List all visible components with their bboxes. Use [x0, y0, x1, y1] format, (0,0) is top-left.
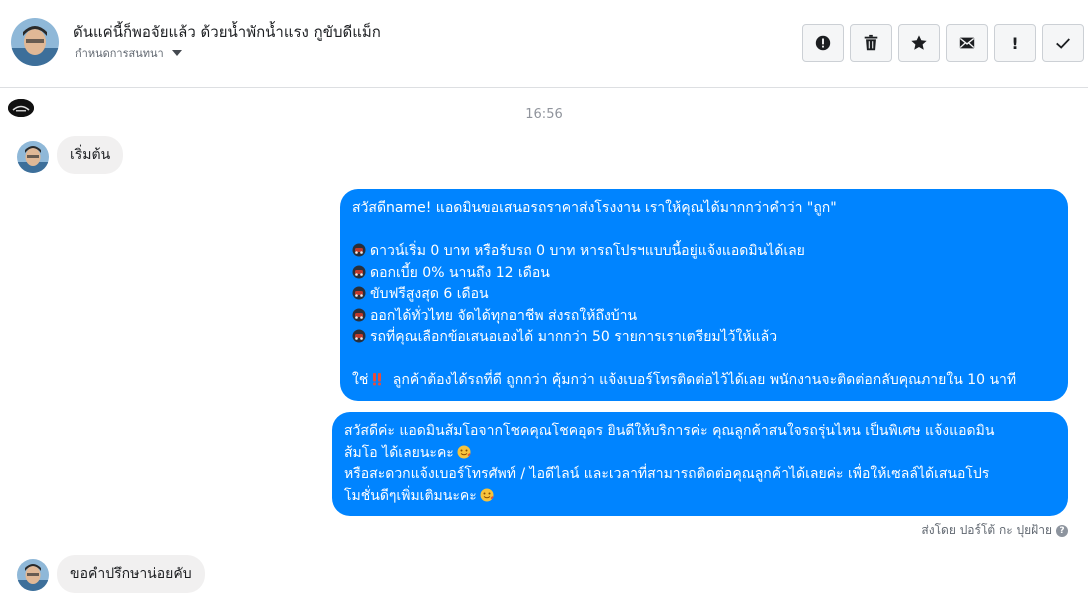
car-emoji-icon — [352, 243, 366, 257]
sent-by-info: ส่งโดย ปอร์โต้ กะ ปุยฝ้าย ? — [921, 521, 1068, 540]
customer-avatar[interactable] — [17, 141, 49, 173]
alert-circle-icon — [815, 35, 831, 51]
star-button[interactable] — [898, 24, 940, 62]
mark-unread-button[interactable] — [946, 24, 988, 62]
message-line: สวัสดีค่ะ แอดมินส้มโอจากโชคคุณโชคอุดร ยิ… — [344, 423, 995, 439]
message-line: ออกได้ทั่วไทย จัดได้ทุกอาชีพ ส่งรถให้ถึง… — [352, 306, 1056, 328]
smiling-face-hearts-icon — [457, 445, 471, 458]
message-line: ขับฟรีสูงสุด 6 เดือน — [352, 284, 1056, 306]
smiling-face-hearts-icon — [480, 488, 494, 501]
contact-name: ดันแค่นี้ก็พอจัยแล้ว ด้วยน้ำพักน้ำแรง กู… — [73, 23, 381, 41]
outgoing-message[interactable]: สวัสดีname! แอดมินขอเสนอรถราคาส่งโรงงาน … — [340, 189, 1068, 401]
outgoing-message[interactable]: สวัสดีค่ะ แอดมินส้มโอจากโชคคุณโชคอุดร ยิ… — [332, 412, 1068, 516]
follow-up-button[interactable]: ! — [994, 24, 1036, 62]
highlighted-text: ใช่ — [352, 372, 369, 388]
message-line: โมชั่นดีๆเพิ่มเติมนะคะ — [344, 486, 1056, 508]
caret-down-icon — [171, 50, 182, 56]
customer-avatar[interactable] — [17, 559, 49, 591]
conversation-header: ดันแค่นี้ก็พอจัยแล้ว ด้วยน้ำพักน้ำแรง กู… — [0, 0, 1088, 88]
incoming-message[interactable]: เริ่มต้น — [57, 136, 124, 174]
conversation-settings-dropdown[interactable]: กำหนดการสนทนา — [75, 44, 182, 62]
incoming-message[interactable]: ขอคำปรึกษาน่อยคับ — [57, 555, 205, 593]
star-icon — [911, 35, 927, 50]
message-line: ส้มโอ ได้เลยนะคะ — [344, 443, 1056, 465]
sent-by-label: ส่งโดย ปอร์โต้ กะ ปุยฝ้าย — [921, 523, 1052, 537]
message-text: ขอคำปรึกษาน่อยคับ — [70, 566, 192, 582]
message-line: ใช่ ลูกค้าต้องได้รถที่ดี ถูกกว่า คุ้มกว่… — [352, 372, 1017, 388]
message-line: หรือสะดวกแจ้งเบอร์โทรศัพท์ / ไอดีไลน์ แล… — [344, 466, 990, 482]
message-line: รถที่คุณเลือกข้อเสนอเองได้ มากกว่า 50 รา… — [352, 327, 1056, 349]
message-line: ดอกเบี้ย 0% นานถึง 12 เดือน — [352, 263, 1056, 285]
delete-button[interactable] — [850, 24, 892, 62]
message-timestamp: 16:56 — [525, 107, 563, 122]
contact-avatar[interactable] — [11, 18, 59, 66]
message-line: ดาวน์เริ่ม 0 บาท หรือรับรถ 0 บาท หารถโปร… — [352, 241, 1056, 263]
mail-icon — [959, 37, 975, 49]
message-line: สวัสดีname! แอดมินขอเสนอรถราคาส่งโรงงาน … — [352, 200, 837, 216]
car-emoji-icon — [352, 308, 366, 321]
car-emoji-icon — [352, 329, 366, 343]
trash-icon — [864, 34, 878, 51]
car-emoji-icon — [352, 286, 366, 300]
mark-spam-button[interactable] — [802, 24, 844, 62]
conversation-actions: ! — [802, 24, 1084, 62]
exclamation-icon: ! — [1011, 33, 1019, 53]
conversation-settings-label: กำหนดการสนทนา — [75, 47, 164, 60]
mark-done-button[interactable] — [1042, 24, 1084, 62]
double-exclamation-icon — [373, 373, 382, 386]
help-icon[interactable]: ? — [1056, 524, 1068, 537]
message-text: เริ่มต้น — [70, 147, 111, 163]
check-icon — [1056, 38, 1070, 49]
car-emoji-icon — [352, 265, 366, 278]
